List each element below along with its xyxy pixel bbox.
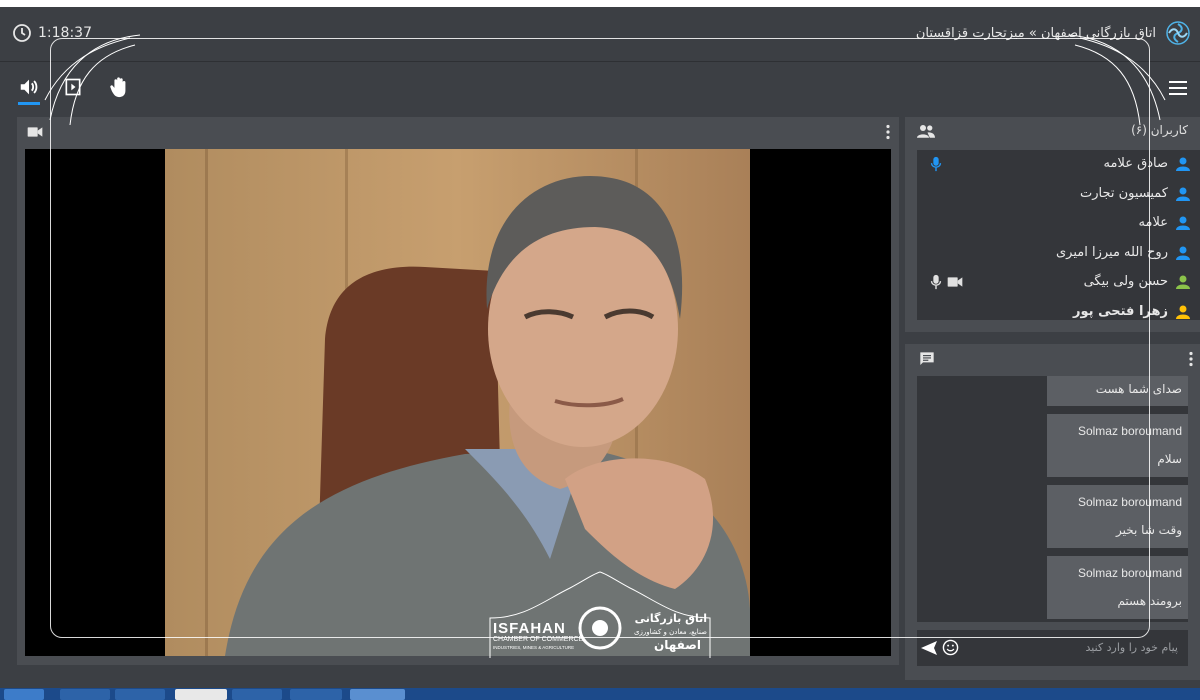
chat-message: Solmaz boroumand برومند هستم: [1047, 556, 1188, 619]
video-area[interactable]: [25, 149, 891, 656]
brand-persian-name: اتاق بازرگانی: [634, 612, 707, 625]
chat-message: صدای شما هست: [1047, 376, 1188, 406]
user-row[interactable]: علامه: [917, 209, 1200, 239]
toolbar: [0, 62, 1200, 114]
brand-persian-subtitle: صنایع، معادن و کشاورزی: [633, 628, 707, 636]
chat-icon: [920, 352, 934, 365]
more-options-icon[interactable]: [885, 124, 891, 140]
user-name: کمیسیون تجارت: [1079, 185, 1168, 201]
video-panel: [17, 117, 899, 665]
chat-sender: Solmaz boroumand: [1077, 495, 1182, 509]
chat-sender: Solmaz boroumand: [1077, 566, 1182, 580]
user-name: روح الله میرزا امیری: [1056, 244, 1168, 260]
user-icon: [1176, 216, 1190, 230]
decorative-arcs-left: [44, 34, 141, 126]
emoji-icon[interactable]: [942, 639, 959, 656]
brand-english-subtitle-2: INDUSTRIES, MINES & AGRICULTURE: [493, 645, 575, 650]
chat-message: Solmaz boroumand وقت شا بخیر: [1047, 485, 1188, 548]
taskbar-app[interactable]: [115, 689, 165, 700]
microphone-icon: [930, 156, 942, 172]
top-strip: [0, 0, 1200, 7]
user-name: حسن ولی بیگی: [1083, 274, 1168, 289]
user-icon: [1176, 305, 1190, 319]
user-name: زهرا فتحی پور: [1073, 303, 1168, 319]
chat-message-text: برومند هستم: [1117, 594, 1182, 608]
camera-icon: [947, 277, 963, 287]
taskbar-app[interactable]: [175, 689, 227, 700]
taskbar-app[interactable]: [60, 689, 110, 700]
chat-panel: صدای شما هست Solmaz boroumand سلام Solma…: [905, 344, 1200, 680]
taskbar-app[interactable]: [290, 689, 342, 700]
chat-input-field[interactable]: پیام خود را وارد کنید: [917, 630, 1188, 666]
chat-message-text: سلام: [1157, 452, 1182, 466]
send-icon[interactable]: [921, 640, 937, 656]
title-bar: 1:18:37 اتاق بازرگانی اصفهان » میزتجارت …: [0, 7, 1200, 62]
users-group-icon: [917, 125, 935, 138]
chat-panel-header: [905, 344, 1200, 372]
user-icon: [1176, 187, 1190, 201]
clock-icon: [13, 24, 31, 42]
active-indicator: [18, 102, 40, 105]
brand-english-subtitle: CHAMBER OF COMMERCE: [493, 636, 584, 643]
user-icon: [1176, 157, 1190, 171]
taskbar-app[interactable]: [232, 689, 282, 700]
user-icon: [1176, 275, 1190, 289]
user-row[interactable]: زهرا فتحی پور: [917, 298, 1200, 321]
microphone-icon: [930, 274, 942, 290]
chamber-logo-watermark: ISFAHAN CHAMBER OF COMMERCE INDUSTRIES, …: [485, 570, 715, 660]
users-list: صادق علامه کمیسیون تجارت علامه روح الله …: [917, 150, 1200, 320]
brand-english-name: ISFAHAN: [493, 620, 566, 637]
chat-message-list[interactable]: صدای شما هست Solmaz boroumand سلام Solma…: [917, 376, 1188, 622]
os-taskbar: [0, 688, 1200, 700]
user-row[interactable]: روح الله میرزا امیری: [917, 239, 1200, 269]
chat-message-text: صدای شما هست: [1095, 382, 1182, 396]
user-icon: [1176, 246, 1190, 260]
chat-input-placeholder: پیام خود را وارد کنید: [1085, 641, 1178, 654]
speaker-icon: [20, 79, 38, 95]
chat-sender: Solmaz boroumand: [1077, 424, 1182, 438]
user-name: علامه: [1138, 215, 1168, 230]
chat-message: Solmaz boroumand سلام: [1047, 414, 1188, 477]
taskbar-app[interactable]: [350, 689, 405, 700]
user-name: صادق علامه: [1103, 156, 1168, 171]
user-row[interactable]: حسن ولی بیگی: [917, 268, 1200, 298]
user-row[interactable]: صادق علامه: [917, 150, 1200, 180]
decorative-arcs-right: [1069, 34, 1166, 126]
brand-persian-city: اصفهان: [653, 638, 701, 652]
user-row[interactable]: کمیسیون تجارت: [917, 180, 1200, 210]
start-button[interactable]: [4, 689, 44, 700]
users-panel: کاربران (۶) صادق علامه کمیسیون تجارت علا…: [905, 117, 1200, 332]
more-options-icon[interactable]: [1188, 351, 1194, 367]
chat-message-text: وقت شا بخیر: [1116, 523, 1182, 537]
